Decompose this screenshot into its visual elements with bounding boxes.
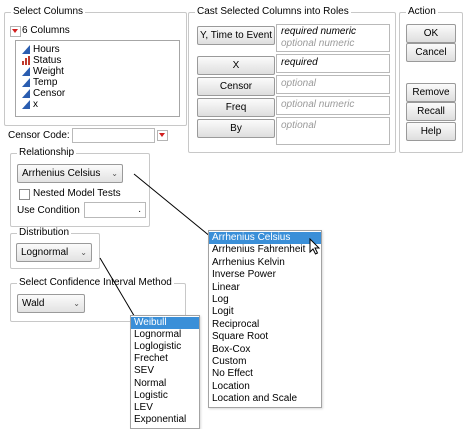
mouse-pointer-icon: [309, 238, 321, 255]
distribution-popup-menu[interactable]: Weibull Lognormal Loglogistic Frechet SEV Nor…: [130, 315, 200, 429]
relationship-menu-item[interactable]: Custom: [209, 356, 321, 368]
relationship-menu-item[interactable]: Linear: [209, 282, 321, 294]
distribution-menu-item[interactable]: Frechet: [131, 353, 199, 365]
relationship-menu-item[interactable]: Log: [209, 294, 321, 306]
relationship-menu-item[interactable]: Location: [209, 381, 321, 393]
relationship-menu-item[interactable]: Reciprocal: [209, 319, 321, 331]
relationship-menu-item[interactable]: Location and Scale: [209, 393, 321, 405]
distribution-menu-item[interactable]: Loglogistic: [131, 341, 199, 353]
distribution-menu-item[interactable]: Normal: [131, 378, 199, 390]
relationship-menu-item[interactable]: Arrhenius Fahrenheit: [209, 244, 321, 256]
relationship-callout-line: [133, 173, 212, 238]
distribution-menu-item[interactable]: Lognormal: [131, 329, 199, 341]
distribution-menu-item[interactable]: Logistic: [131, 390, 199, 402]
relationship-popup-menu[interactable]: Arrhenius Celsius Arrhenius Fahrenheit Arr…: [208, 230, 322, 408]
distribution-callout-line: [99, 257, 137, 320]
relationship-menu-item[interactable]: No Effect: [209, 368, 321, 380]
distribution-menu-item[interactable]: LEV: [131, 402, 199, 414]
distribution-menu-item[interactable]: SEV: [131, 365, 199, 377]
relationship-menu-item[interactable]: Logit: [209, 306, 321, 318]
relationship-menu-item[interactable]: Box-Cox: [209, 344, 321, 356]
relationship-menu-item[interactable]: Inverse Power: [209, 269, 321, 281]
relationship-menu-item[interactable]: Arrhenius Celsius: [209, 232, 321, 244]
relationship-menu-item[interactable]: Square Root: [209, 331, 321, 343]
distribution-menu-item[interactable]: Weibull: [131, 317, 199, 329]
relationship-menu-item[interactable]: Arrhenius Kelvin: [209, 257, 321, 269]
distribution-menu-item[interactable]: Exponential: [131, 414, 199, 426]
